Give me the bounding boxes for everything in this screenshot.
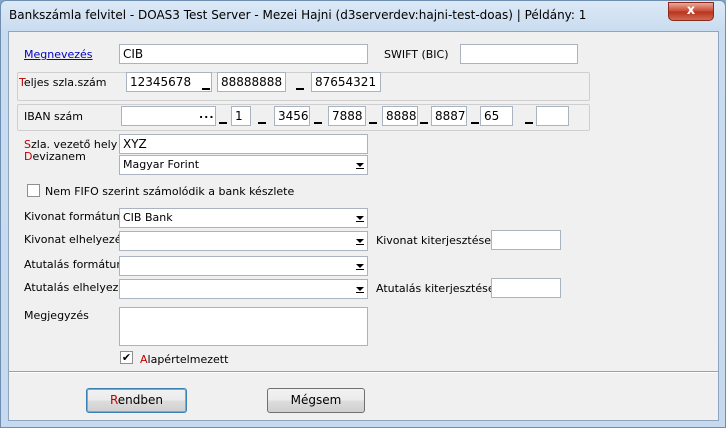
notes-textarea[interactable] [119, 307, 368, 346]
transfer-location-label: Atutalás elhelyezés [24, 281, 131, 294]
swift-label: SWIFT (BIC) [384, 48, 449, 61]
title-bar[interactable]: Bankszámla felvitel - DOAS3 Test Server … [1, 1, 725, 31]
account-number-part-1[interactable]: 12345678 [126, 72, 212, 92]
megnevezes-input[interactable]: CIB [119, 44, 368, 64]
separator-dash [420, 122, 428, 124]
separator-dash [219, 122, 227, 124]
statement-extension-input[interactable] [491, 230, 561, 250]
separator-dash [471, 122, 479, 124]
separator-dash [296, 88, 304, 90]
account-number-part-2[interactable]: 88888888 [217, 72, 286, 92]
iban-part-5[interactable]: 8887 [431, 106, 467, 126]
transfer-format-select[interactable] [119, 256, 368, 276]
window-title: Bankszámla felvitel - DOAS3 Test Server … [9, 8, 587, 22]
statement-location-label: Kivonat elhelyezése [24, 233, 134, 246]
cancel-button[interactable]: Mégsem [267, 388, 365, 413]
close-icon: x [686, 3, 696, 18]
transfer-extension-input[interactable] [491, 278, 561, 298]
default-checkbox[interactable]: ✔ [120, 351, 133, 364]
separator-dash [369, 122, 377, 124]
statement-format-value: CIB Bank [123, 211, 173, 224]
statement-extension-label: Kivonat kiterjesztése: [376, 234, 495, 247]
dialog-window: Bankszámla felvitel - DOAS3 Test Server … [0, 0, 726, 428]
chevron-down-icon [356, 264, 364, 270]
separator-dash [525, 122, 533, 124]
chevron-down-icon [356, 239, 364, 245]
chevron-down-icon [356, 287, 364, 293]
iban-part-2[interactable]: 3456 [274, 106, 310, 126]
transfer-extension-label: Atutalás kiterjesztése: [376, 282, 499, 295]
currency-label: Devizanem [24, 150, 86, 163]
non-fifo-checkbox[interactable] [27, 184, 40, 197]
footer-separator [9, 371, 718, 373]
separator-dash [258, 122, 266, 124]
statement-format-label: Kivonat formátum [24, 210, 124, 223]
notes-label: Megjegyzés [24, 309, 89, 322]
currency-select[interactable]: Magyar Forint [119, 155, 368, 175]
iban-part-1[interactable]: 1 [231, 106, 251, 126]
dialog-client-area: Megnevezés CIB SWIFT (BIC) Teljes szla.s… [8, 31, 719, 421]
transfer-location-select[interactable] [119, 279, 368, 299]
separator-dash [314, 122, 322, 124]
swift-input[interactable] [460, 44, 578, 64]
iban-part-7[interactable] [536, 106, 569, 126]
close-button[interactable]: x [668, 2, 714, 21]
iban-part-4[interactable]: 8888 [382, 106, 418, 126]
non-fifo-label: Nem FIFO szerint számolódik a bank készl… [45, 185, 295, 198]
currency-select-value: Magyar Forint [123, 158, 200, 171]
chevron-down-icon [356, 163, 364, 169]
iban-part-6[interactable]: 65 [480, 106, 513, 126]
check-icon: ✔ [121, 351, 132, 364]
iban-label: IBAN szám [24, 110, 84, 123]
account-number-label: Teljes szla.szám [19, 76, 107, 89]
default-label: Alapértelmezett [140, 353, 229, 366]
statement-location-select[interactable] [119, 231, 368, 251]
transfer-format-label: Atutalás formátum [24, 258, 128, 271]
iban-lookup-button[interactable]: ... [199, 108, 215, 121]
separator-dash [202, 88, 210, 90]
megnevezes-label[interactable]: Megnevezés [24, 48, 93, 61]
ok-button[interactable]: Rendben [86, 388, 187, 413]
statement-format-select[interactable]: CIB Bank [119, 208, 368, 228]
chevron-down-icon [356, 216, 364, 222]
iban-part-3[interactable]: 7888 [328, 106, 366, 126]
account-branch-input[interactable]: XYZ [119, 134, 368, 154]
account-number-part-3[interactable]: 87654321 [311, 72, 381, 92]
